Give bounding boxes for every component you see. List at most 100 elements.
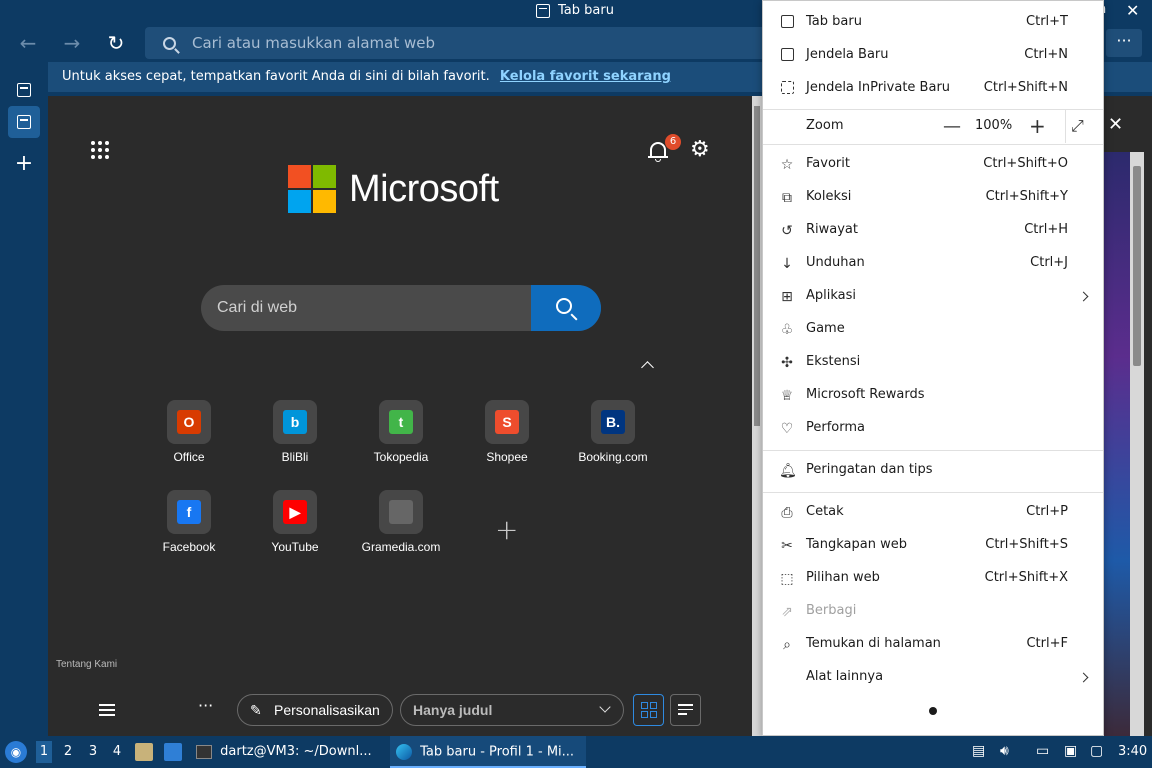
menu-item-alerts-tips[interactable]: 🔔︎ Peringatan dan tips [763, 454, 1103, 487]
site-logo-icon: t [389, 410, 413, 434]
personalize-button[interactable]: ✎ Personalisasikan [237, 694, 393, 726]
site-logo-icon: b [283, 410, 307, 434]
quicklink-tile[interactable]: O Office [144, 400, 234, 464]
menu-item-share: ⇗ Berbagi [763, 595, 1103, 628]
web-search-button[interactable] [531, 285, 601, 331]
workspace-4[interactable]: 4 [109, 744, 125, 759]
quicklink-tile[interactable]: ▶ YouTube [250, 490, 340, 554]
menu-item-new-window[interactable]: Jendela Baru Ctrl+N [763, 39, 1103, 72]
panel-scrollbar[interactable] [1130, 152, 1144, 736]
page-settings-gear-icon[interactable]: ⚙ [690, 139, 710, 161]
taskbar-task-browser[interactable]: Tab baru - Profil 1 - Mi... [390, 736, 586, 768]
workspace-3[interactable]: 3 [85, 744, 101, 759]
list-view-button[interactable] [670, 694, 701, 726]
address-bar[interactable] [145, 27, 785, 59]
notes-icon[interactable]: ▭ [1036, 743, 1049, 759]
menu-item-game[interactable]: ♧ Game [763, 313, 1103, 346]
menu-item-downloads[interactable]: ↓ Unduhan Ctrl+J [763, 247, 1103, 280]
quicklink-tile[interactable]: f Facebook [144, 490, 234, 554]
plus-icon: + [14, 151, 34, 176]
notification-icon[interactable]: ▢ [1090, 743, 1103, 759]
quicklink-icon [379, 490, 423, 534]
back-button[interactable]: ← [14, 29, 42, 57]
page-scrollbar[interactable] [752, 96, 762, 736]
forward-button[interactable]: → [58, 29, 86, 57]
start-menu-icon[interactable]: ◉ [5, 741, 27, 763]
network-icon[interactable]: ▣ [1064, 743, 1077, 759]
zoom-in-button[interactable]: + [1029, 114, 1046, 138]
quicklink-icon: ▶ [273, 490, 317, 534]
menu-item-rewards[interactable]: ♕ Microsoft Rewards [763, 379, 1103, 412]
collapse-quicklinks-button[interactable] [640, 358, 656, 374]
edge-icon [396, 744, 412, 760]
menu-item-inprivate-window[interactable]: Jendela InPrivate Baru Ctrl+Shift+N [763, 72, 1103, 105]
menu-item-performance[interactable]: ♡ Performa [763, 412, 1103, 445]
menu-item-apps[interactable]: ⊞ Aplikasi [763, 280, 1103, 313]
quicklink-label: Shopee [486, 450, 528, 464]
about-link[interactable]: Tentang Kami [56, 659, 117, 670]
find-icon: ⌕ [783, 637, 791, 653]
quicklink-tile[interactable]: b BliBli [250, 400, 340, 464]
menu-divider [763, 492, 1103, 493]
settings-menu: Tab baru Ctrl+T Jendela Baru Ctrl+N Jend… [762, 0, 1104, 736]
close-window-button[interactable]: ✕ [1126, 1, 1139, 20]
screenshot-icon: ✂ [781, 538, 793, 554]
site-logo-icon: f [177, 500, 201, 524]
quicklink-label: Booking.com [578, 450, 648, 464]
close-panel-icon[interactable]: ✕ [1108, 114, 1123, 135]
taskbar-task-terminal[interactable]: dartz@VM3: ~/Downl... [196, 736, 372, 768]
settings-and-more-button[interactable]: ··· [1106, 29, 1142, 57]
content-layout-dropdown[interactable]: Hanya judul [400, 694, 624, 726]
menu-item-favorites[interactable]: ☆ Favorit Ctrl+Shift+O [763, 148, 1103, 181]
quicklink-tile[interactable]: Gramedia.com [356, 490, 446, 554]
volume-icon[interactable]: 🔊︎ [1000, 743, 1009, 759]
workspace-1[interactable]: 1 [36, 741, 52, 763]
app-launcher-icon[interactable] [91, 141, 109, 159]
quicklink-tile[interactable]: t Tokopedia [356, 400, 446, 464]
quicklink-tile[interactable]: S Shopee [462, 400, 552, 464]
tab-actions-button[interactable] [8, 74, 40, 106]
fullscreen-icon[interactable]: ⤢ [1071, 116, 1084, 136]
favorites-hint: Untuk akses cepat, tempatkan favorit And… [62, 69, 490, 84]
clipboard-icon[interactable]: ▤ [972, 743, 985, 759]
quicklink-icon: O [167, 400, 211, 444]
menu-item-history[interactable]: ↺ Riwayat Ctrl+H [763, 214, 1103, 247]
refresh-button[interactable]: ↻ [102, 29, 130, 57]
manage-favorites-link[interactable]: Kelola favorit sekarang [500, 69, 671, 84]
menu-item-collections[interactable]: ⧉ Koleksi Ctrl+Shift+Y [763, 181, 1103, 214]
menu-item-print[interactable]: ⎙ Cetak Ctrl+P [763, 496, 1103, 529]
add-quicklink-button[interactable]: + [495, 513, 518, 546]
clock: 3:40 [1118, 744, 1148, 759]
quicklink-tile[interactable]: B. Booking.com [568, 400, 658, 464]
menu-item-web-select[interactable]: ⬚ Pilihan web Ctrl+Shift+X [763, 562, 1103, 595]
menu-hamburger-icon[interactable] [99, 704, 115, 719]
chevron-down-icon [599, 701, 611, 713]
menu-item-more-tools[interactable]: Alat lainnya [763, 661, 1103, 694]
quicklink-icon: t [379, 400, 423, 444]
workspace-2[interactable]: 2 [60, 744, 76, 759]
menu-item-new-tab[interactable]: Tab baru Ctrl+T [763, 6, 1103, 39]
vertical-tabs-sidebar: + [0, 62, 48, 736]
menu-item-find-on-page[interactable]: ⌕ Temukan di halaman Ctrl+F [763, 628, 1103, 661]
window-title: Tab baru [536, 3, 614, 18]
menu-item-extensions[interactable]: ✣ Ekstensi [763, 346, 1103, 379]
show-desktop-icon[interactable] [164, 743, 182, 761]
site-logo-icon: O [177, 410, 201, 434]
quicklink-label: Facebook [162, 540, 216, 554]
sidebar-tab-new-tab[interactable] [8, 106, 40, 138]
menu-item-web-capture[interactable]: ✂ Tangkapan web Ctrl+Shift+S [763, 529, 1103, 562]
file-manager-icon[interactable] [135, 743, 153, 761]
new-tab-button[interactable]: + [8, 148, 40, 180]
rewards-icon: ♕ [780, 388, 794, 404]
more-options-icon[interactable]: ··· [198, 696, 213, 715]
address-input[interactable] [192, 34, 752, 52]
pencil-icon: ✎ [250, 702, 262, 718]
collections-icon: ⧉ [782, 190, 792, 206]
side-panel-image [1100, 152, 1130, 736]
scroll-down-icon[interactable] [929, 707, 937, 715]
grid-view-button[interactable] [633, 694, 664, 726]
zoom-out-button[interactable]: — [943, 116, 961, 137]
chevron-right-icon [1078, 291, 1089, 302]
brand-name: Microsoft [349, 167, 499, 210]
web-search-input[interactable] [201, 285, 531, 331]
